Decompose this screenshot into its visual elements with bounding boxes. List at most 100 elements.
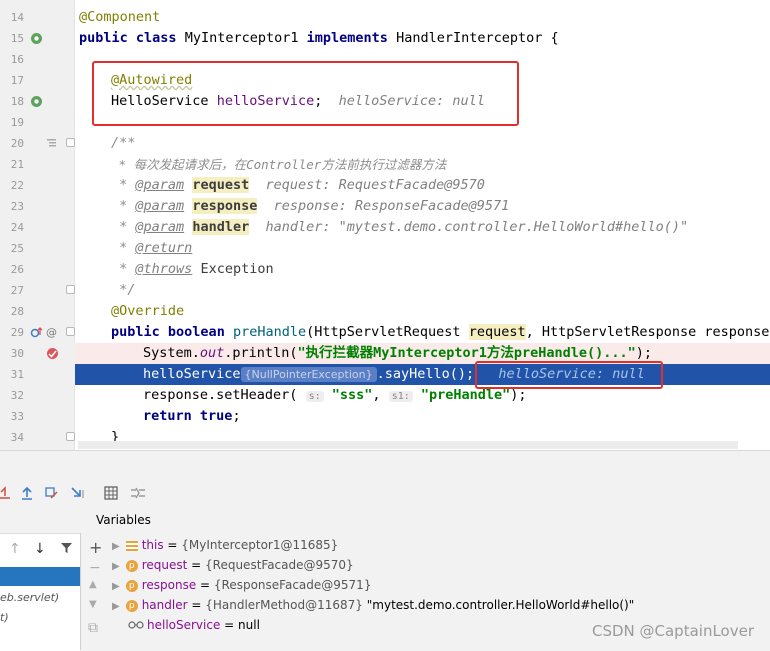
- equals: =: [220, 618, 239, 632]
- gutter-cell: 30: [0, 343, 75, 364]
- annotation-component: @Component: [79, 9, 161, 25]
- parameter-icon: p: [125, 559, 138, 572]
- move-down-icon[interactable]: ▼: [89, 599, 97, 610]
- code-line-26: 26 * @throws Exception: [0, 259, 770, 280]
- javadoc-open: /**: [111, 135, 136, 151]
- inline-debug-value: handler: "mytest.demo.controller.HelloWo…: [265, 219, 689, 235]
- override-at-icon[interactable]: @: [46, 326, 57, 339]
- params-rest: , HttpServletResponse response,: [525, 324, 770, 340]
- line-number: 21: [10, 158, 24, 171]
- line-number: 24: [10, 221, 24, 234]
- expand-arrow-icon[interactable]: ▶: [112, 561, 120, 572]
- class-name: MyInterceptor1: [184, 30, 299, 46]
- equals: =: [196, 578, 214, 592]
- trace-icon[interactable]: [130, 486, 146, 504]
- inline-debug-value: response: ResponseFacade@9571: [273, 198, 510, 214]
- down-arrow-icon[interactable]: ↓: [34, 541, 46, 557]
- javadoc-param-name: request: [192, 177, 250, 193]
- list-icon: [125, 540, 138, 551]
- implements-method-icon[interactable]: [30, 326, 43, 342]
- equals: =: [163, 538, 182, 552]
- add-watch-icon[interactable]: +: [89, 538, 102, 557]
- watermark: CSDN @CaptainLover: [591, 622, 754, 640]
- string-literal: "sss": [331, 387, 373, 403]
- code-line-28: 28 @Override: [0, 301, 770, 322]
- expand-arrow-icon[interactable]: ▶: [112, 541, 120, 552]
- line-number: 16: [10, 53, 24, 66]
- println-call: .println(: [224, 345, 298, 361]
- inline-debug-value: request: RequestFacade@9570: [265, 177, 485, 193]
- variable-row[interactable]: ▶ p request = {RequestFacade@9570}: [112, 555, 354, 577]
- step-over-icon[interactable]: [0, 486, 12, 504]
- keyword-true: true: [199, 408, 233, 424]
- code-line-22: 22 * @param request request: RequestFaca…: [0, 175, 770, 196]
- keyword-public: public: [111, 324, 160, 340]
- frame-selected[interactable]: [0, 567, 80, 586]
- fold-icon[interactable]: [66, 285, 75, 294]
- step-into-icon[interactable]: [20, 486, 34, 504]
- variable-value: {MyInterceptor1@11685}: [181, 538, 339, 552]
- run-to-cursor-icon[interactable]: [70, 486, 86, 504]
- javadoc-tag: @throws: [135, 261, 193, 277]
- system-class: System.: [143, 345, 200, 361]
- evaluate-expression-icon[interactable]: [104, 486, 118, 504]
- equals: =: [187, 598, 206, 612]
- equals: =: [187, 558, 206, 572]
- fold-icon[interactable]: [66, 138, 75, 147]
- line-number: 15: [10, 32, 24, 45]
- force-step-into-icon[interactable]: [45, 486, 59, 504]
- variable-row[interactable]: ▶ this = {MyInterceptor1@11685}: [112, 535, 338, 557]
- line-number: 26: [10, 263, 24, 276]
- up-arrow-icon[interactable]: ↑: [9, 541, 21, 557]
- variable-row[interactable]: ▶ p handler = {HandlerMethod@11687} "mytes…: [112, 595, 634, 617]
- copy-icon[interactable]: ⧉: [88, 620, 98, 636]
- parameter-icon: p: [125, 599, 138, 612]
- move-up-icon[interactable]: ▲: [89, 579, 97, 590]
- fold-icon[interactable]: [66, 327, 75, 336]
- line-number: 23: [10, 200, 24, 213]
- code-editor[interactable]: 14 @Component 15 public class MyIntercep…: [0, 0, 770, 450]
- frame-item[interactable]: t): [0, 611, 9, 624]
- javadoc-tag: @param: [135, 219, 185, 235]
- javadoc-render-icon[interactable]: [46, 137, 57, 151]
- code-line-23: 23 * @param response response: ResponseF…: [0, 196, 770, 217]
- code-line-24: 24 * @param handler handler: "mytest.dem…: [0, 217, 770, 238]
- autowired-bean-icon[interactable]: [30, 95, 43, 111]
- line-number: 18: [10, 95, 24, 108]
- fold-icon[interactable]: [66, 432, 75, 441]
- spring-bean-icon[interactable]: [30, 32, 43, 48]
- variable-row[interactable]: ▶ p response = {ResponseFacade@9571}: [112, 575, 371, 597]
- line-number: 27: [10, 284, 24, 297]
- code-line-29: 29 @ public boolean preHandle(HttpServle…: [0, 322, 770, 343]
- variable-helloservice: helloService: [143, 366, 241, 382]
- method-call: .sayHello();: [376, 366, 475, 382]
- expand-arrow-icon[interactable]: ▶: [112, 601, 120, 612]
- static-field-out: out: [199, 345, 225, 361]
- pane-divider[interactable]: [80, 533, 81, 650]
- frame-item[interactable]: eb.servlet): [0, 591, 59, 604]
- line-number: 14: [10, 11, 24, 24]
- param-hint: s1:: [388, 391, 413, 402]
- code-line-21: 21 * 每次发起请求后，在Controller方法前执行过滤器方法: [0, 154, 770, 175]
- line-number: 22: [10, 179, 24, 192]
- variable-row[interactable]: helloService = null: [128, 615, 260, 636]
- variable-value: {RequestFacade@9570}: [205, 558, 354, 572]
- code-line-33: 33 return true;: [0, 406, 770, 427]
- variable-name: helloService: [147, 618, 221, 632]
- javadoc-param-name: handler: [192, 219, 250, 235]
- horizontal-scrollbar[interactable]: [78, 441, 738, 449]
- variable-name: handler: [141, 598, 188, 612]
- exception-badge[interactable]: {NullPointerException}: [240, 367, 377, 382]
- breakpoint-icon[interactable]: [46, 347, 59, 363]
- javadoc-description: * 每次发起请求后，在Controller方法前执行过滤器方法: [111, 157, 447, 172]
- line-number: 19: [10, 116, 24, 129]
- remove-watch-icon[interactable]: −: [89, 560, 101, 576]
- variable-value: {ResponseFacade@9571}: [213, 578, 372, 592]
- line-number: 29: [10, 326, 24, 339]
- code-line-14: 14 @Component: [0, 7, 770, 28]
- expand-arrow-icon[interactable]: ▶: [112, 581, 120, 592]
- line-number: 25: [10, 242, 24, 255]
- string-literal: "preHandle": [420, 387, 511, 403]
- semicolon: ;: [232, 408, 241, 424]
- filter-icon[interactable]: [60, 541, 73, 558]
